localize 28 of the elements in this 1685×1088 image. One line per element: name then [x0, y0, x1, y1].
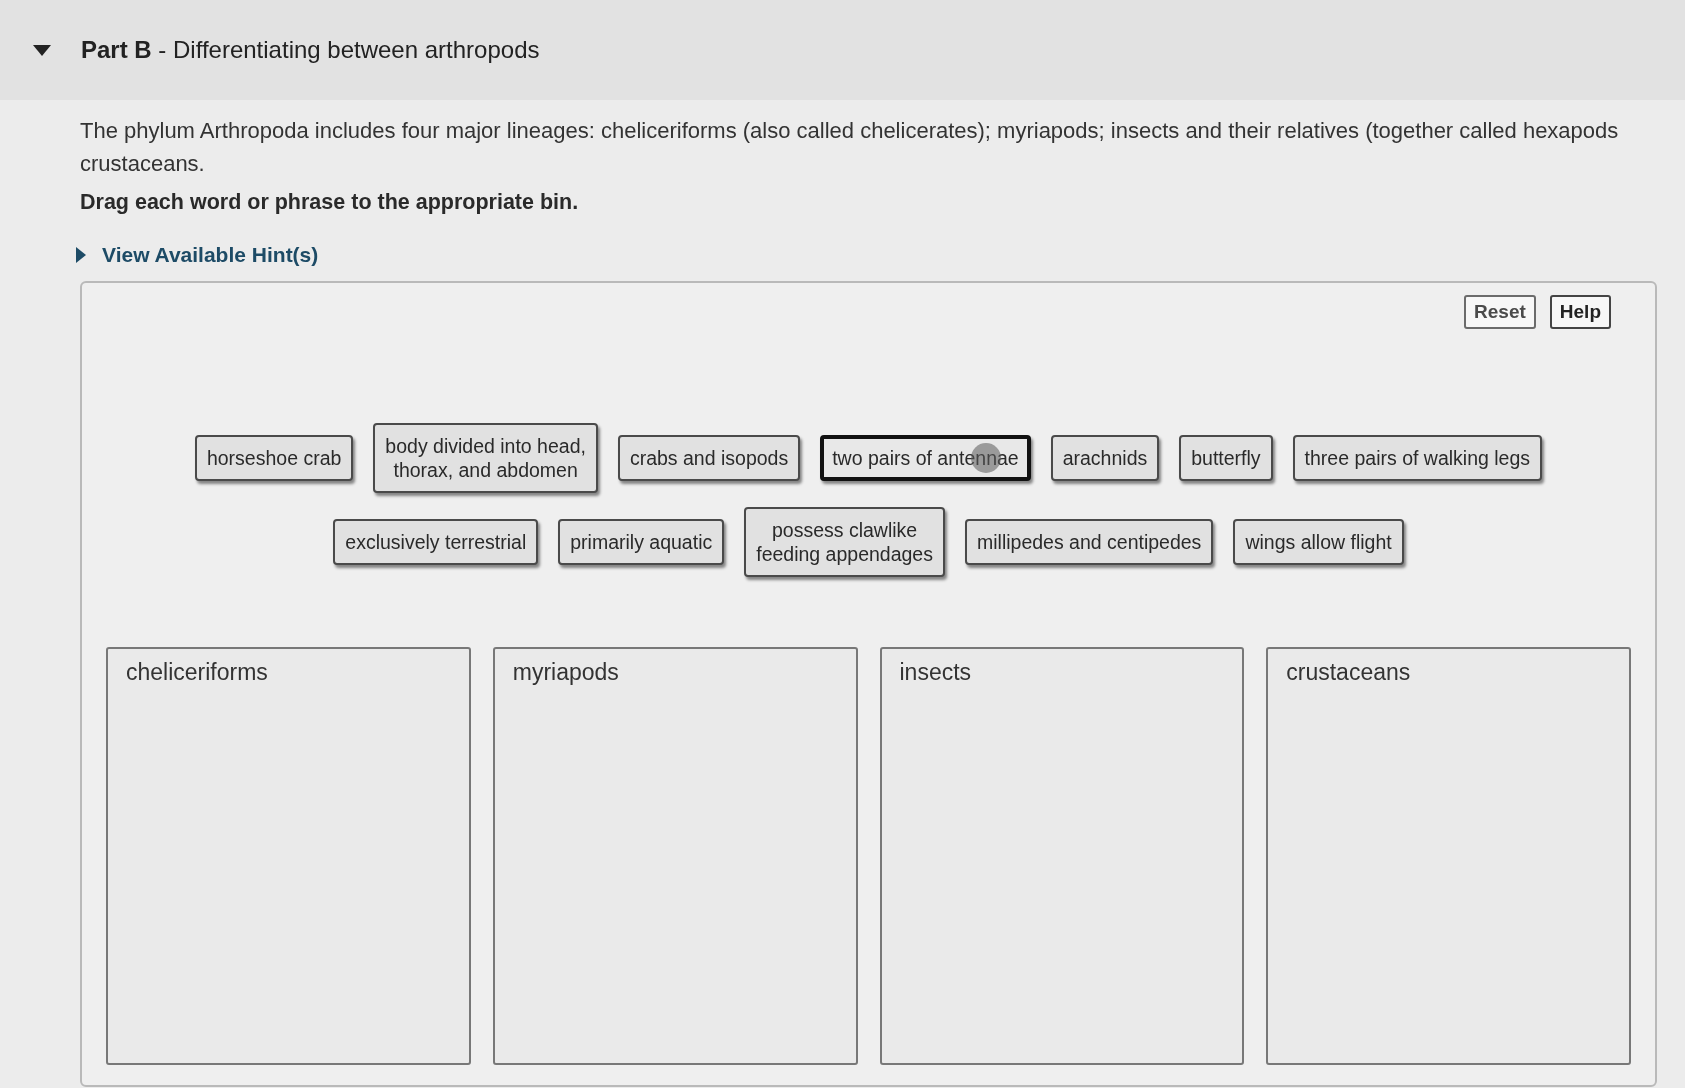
drag-tile[interactable]: crabs and isopods — [617, 435, 801, 481]
instruction-text: Drag each word or phrase to the appropriate bin. — [80, 190, 579, 215]
drag-tile[interactable]: three pairs of walking legs — [1292, 435, 1543, 481]
drag-tile[interactable]: horseshoe crab — [194, 435, 354, 481]
drag-tile[interactable]: primarily aquatic — [558, 519, 725, 565]
drag-tile[interactable]: two pairs of antennae — [820, 435, 1031, 481]
intro-paragraph: The phylum Arthropoda includes four major lineages: cheliceriforms (also called chelicerates); myriapods; insects and their relatives (together called hexapods crustaceans. — [80, 117, 1619, 178]
drag-tile[interactable]: millipedes and centipedes — [964, 519, 1214, 565]
help-button[interactable]: Help — [1549, 295, 1611, 329]
drag-tile[interactable]: arachnids — [1050, 435, 1160, 481]
reset-button[interactable]: Reset — [1464, 295, 1536, 329]
hints-link[interactable]: View Available Hint(s) — [76, 243, 319, 267]
bin-label: myriapods — [512, 659, 619, 686]
section-title: Part B - Differentiating between arthropods — [81, 36, 540, 64]
drag-tile[interactable]: exclusively terrestrial — [333, 519, 539, 565]
bin-label: insects — [899, 659, 972, 686]
drop-bin[interactable]: cheliceriforms — [106, 647, 471, 1065]
drag-tile[interactable]: possess clawlike feeding appendages — [744, 507, 945, 577]
drag-tile[interactable]: butterfly — [1179, 435, 1273, 481]
bin-label: crustaceans — [1286, 659, 1411, 686]
bin-label: cheliceriforms — [126, 659, 268, 686]
drop-bin[interactable]: crustaceans — [1266, 647, 1631, 1065]
caret-icon[interactable] — [76, 247, 86, 263]
drop-bin[interactable]: insects — [879, 647, 1245, 1065]
caret-icon[interactable] — [33, 44, 51, 56]
drop-bin[interactable]: myriapods — [492, 647, 858, 1065]
drag-tile[interactable]: wings allow flight — [1233, 519, 1404, 565]
drag-tile[interactable]: body divided into head, thorax, and abdomen — [373, 423, 598, 493]
